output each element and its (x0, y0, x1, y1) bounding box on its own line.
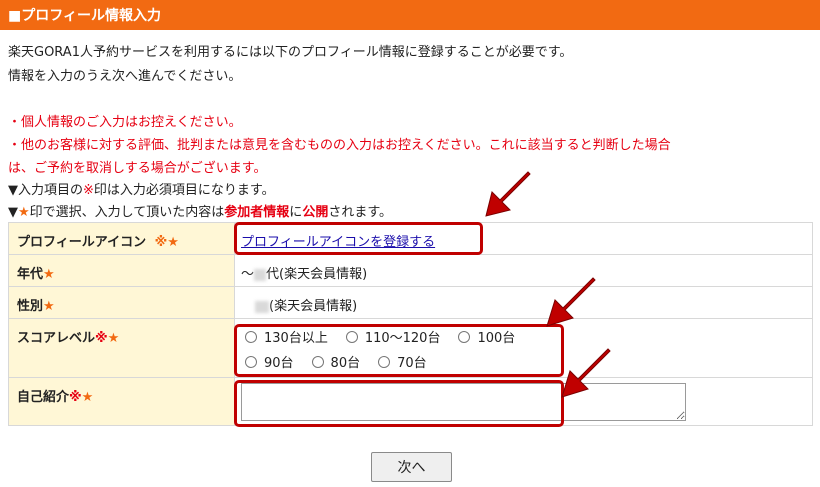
legend-public: ▼★印で選択、入力して頂いた内容は参加者情報に公開されます。 (8, 201, 392, 220)
row-age: 年代★ ～ 代(楽天会員情報) (8, 254, 813, 287)
value-self-introduction (234, 377, 813, 426)
intro-line-2: 情報を入力のうえ次へ進んでください。 (8, 69, 242, 84)
radio-label-90[interactable]: 90台 (264, 352, 294, 371)
label-self-introduction-text: 自己紹介 (17, 390, 70, 405)
gender-redacted (255, 300, 269, 313)
gender-star: ★ (43, 299, 55, 314)
row-score-level: スコアレベル※★ 130台以上 110～120台 100台 90台 80台 70… (8, 318, 813, 378)
self-intro-required-mark: ※ (69, 390, 82, 405)
value-profile-icon: プロフィールアイコンを登録する (234, 222, 813, 255)
label-score-level: スコアレベル※★ (8, 318, 235, 378)
public-text: 公開 (302, 205, 329, 220)
label-gender-text: 性別 (17, 299, 44, 314)
radio-label-70[interactable]: 70台 (397, 352, 427, 371)
label-self-introduction: 自己紹介※★ (8, 377, 235, 426)
profile-form-table: プロフィールアイコン ※★ プロフィールアイコンを登録する 年代★ ～代(楽天会… (8, 222, 813, 426)
row-self-introduction: 自己紹介※★ (8, 377, 813, 426)
legend-public-pre: ▼ (8, 205, 18, 220)
profile-icon-marks: ※★ (154, 235, 179, 250)
participant-info-text: 参加者情報 (224, 205, 290, 220)
required-mark: ※ (83, 183, 94, 198)
legend-required: ▼入力項目の※印は入力必須項目になります。 (8, 179, 275, 198)
legend-public-mid1: 印で選択、入力して頂いた内容は (29, 205, 225, 220)
radio-label-100[interactable]: 100台 (477, 327, 515, 346)
age-star: ★ (43, 267, 55, 282)
legend-required-pre: ▼入力項目の (8, 183, 83, 198)
radio-80[interactable] (311, 355, 324, 368)
gender-suffix: (楽天会員情報) (269, 299, 358, 314)
radio-110-120[interactable] (345, 330, 358, 343)
label-gender: 性別★ (8, 286, 235, 319)
row-gender: 性別★ (楽天会員情報) (8, 286, 813, 319)
section-title: ■プロフィール情報入力 (8, 8, 161, 24)
radio-100[interactable] (458, 330, 471, 343)
value-score-level: 130台以上 110～120台 100台 90台 80台 70台 (234, 318, 813, 378)
self-introduction-textarea[interactable] (241, 383, 686, 421)
score-options-row-1: 130台以上 110～120台 100台 (241, 327, 804, 346)
legend-required-post: 印は入力必須項目になります。 (93, 183, 275, 198)
radio-70[interactable] (378, 355, 391, 368)
notice-personal-info: ・個人情報のご入力はお控えください。 (8, 115, 242, 130)
intro-line-1: 楽天GORA1人予約サービスを利用するには以下のプロフィール情報に登録することが… (8, 45, 573, 60)
radio-130-over[interactable] (245, 330, 257, 343)
label-score-level-text: スコアレベル (17, 331, 96, 346)
age-redacted (254, 268, 267, 281)
label-profile-icon: プロフィールアイコン ※★ (8, 222, 235, 255)
score-options-row-2: 90台 80台 70台 (241, 352, 804, 371)
score-star: ★ (107, 331, 120, 346)
label-age: 年代★ (8, 254, 235, 287)
legend-public-post: されます。 (328, 205, 393, 220)
notice-cancel: は、ご予約を取消しする場合がございます。 (8, 161, 267, 176)
value-age: ～ 代(楽天会員情報) (234, 254, 813, 287)
arrow-icon (485, 171, 531, 217)
register-profile-icon-link[interactable]: プロフィールアイコンを登録する (241, 235, 435, 250)
label-profile-icon-text: プロフィールアイコン (17, 235, 147, 250)
self-intro-star: ★ (81, 390, 94, 405)
score-required-mark: ※ (95, 331, 108, 346)
next-button[interactable]: 次へ (371, 452, 452, 482)
radio-90[interactable] (245, 355, 257, 368)
section-header: ■プロフィール情報入力 (0, 0, 820, 30)
radio-label-130-over[interactable]: 130台以上 (264, 327, 328, 346)
row-profile-icon: プロフィールアイコン ※★ プロフィールアイコンを登録する (8, 222, 813, 255)
radio-label-80[interactable]: 80台 (331, 352, 361, 371)
legend-public-mid2: に (289, 205, 303, 220)
label-age-text: 年代 (17, 267, 44, 282)
value-gender: (楽天会員情報) (234, 286, 813, 319)
age-prefix: ～ (241, 267, 255, 282)
public-star-mark: ★ (18, 205, 30, 220)
age-suffix: 代(楽天会員情報) (266, 267, 368, 282)
notice-evaluation: ・他のお客様に対する評価、批判または意見を含むものの入力はお控えください。これに… (8, 138, 671, 153)
radio-label-110-120[interactable]: 110～120台 (365, 327, 441, 346)
